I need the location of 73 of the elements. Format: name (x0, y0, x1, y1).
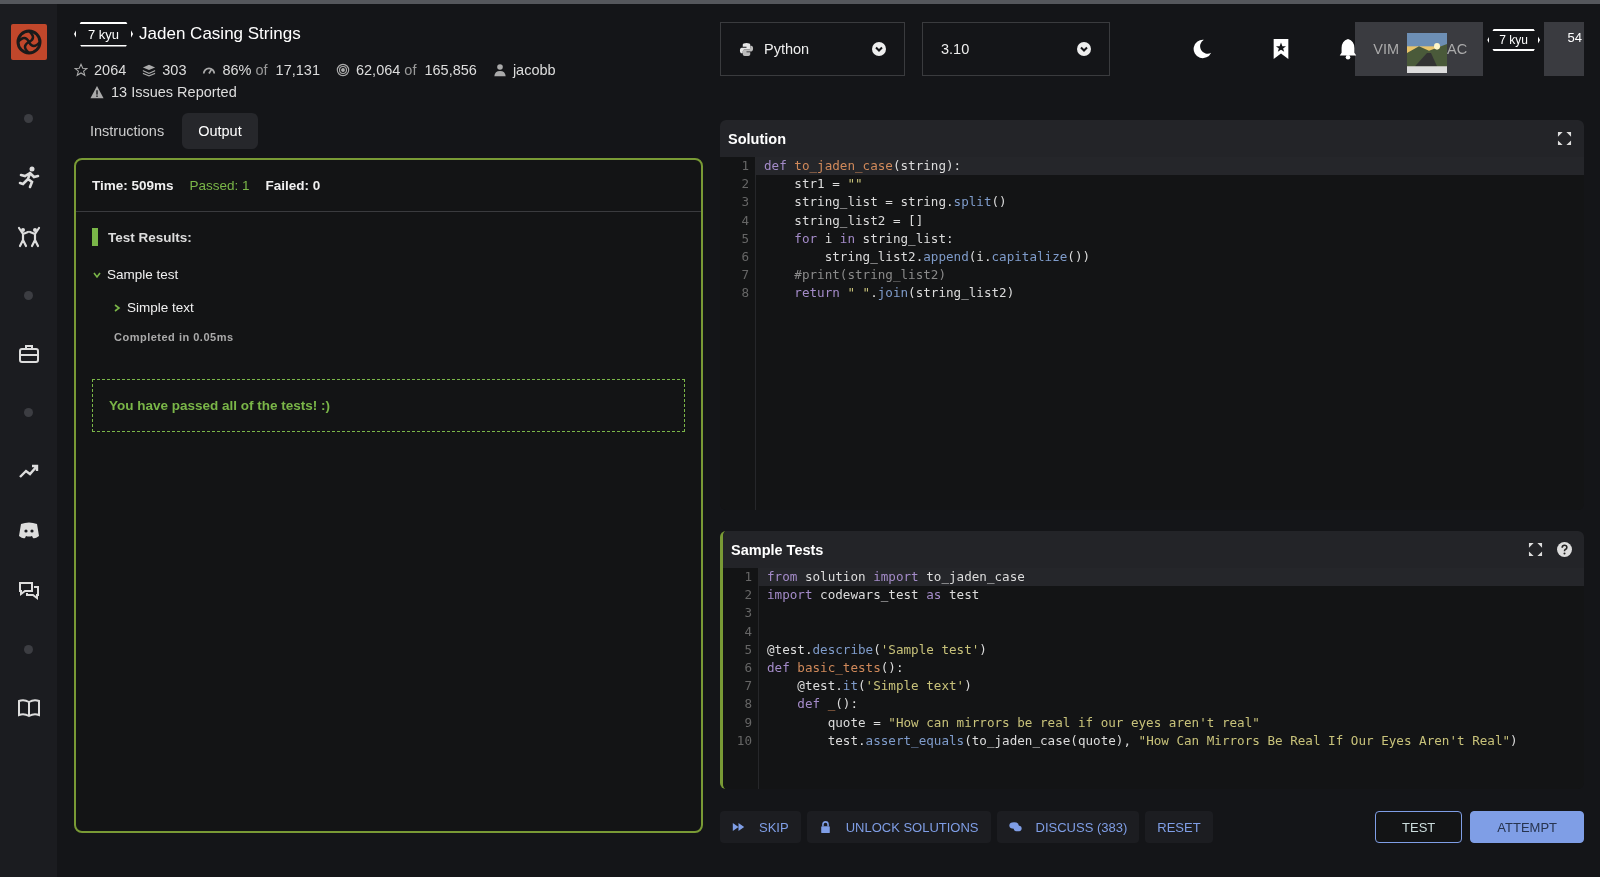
code-line: string_list = string.split() (793, 193, 1007, 212)
code-line: for i in string_list: (793, 229, 954, 248)
test-group[interactable]: Sample test (92, 267, 685, 282)
issues-link[interactable]: 13 Issues Reported (111, 84, 237, 100)
code-line: string_list2.append(i.capitalize()) (823, 247, 1091, 266)
fast-forward-icon (732, 821, 745, 833)
comments-icon (1008, 821, 1022, 833)
tab[interactable]: Output (182, 113, 258, 149)
star-icon (74, 63, 88, 77)
tab[interactable]: Instructions (74, 113, 181, 149)
layers-icon (142, 63, 157, 77)
result-summary: Passed: 1 (189, 178, 250, 193)
code-line: str1 = "" (793, 175, 863, 194)
separator-dot (24, 291, 33, 300)
discuss-button[interactable]: DISCUSS (383) (996, 811, 1140, 843)
running-figure-icon[interactable] (16, 165, 41, 189)
code-line: test.assert_equals(to_jaden_case(quote), "How Can Mirrors Be Real If Our Eyes Aren't Real") (826, 731, 1518, 750)
caret-icon (872, 42, 886, 56)
fullscreen-button[interactable]: 54 (1544, 22, 1584, 76)
lock-button[interactable]: UNLOCK SOLUTIONS (806, 811, 991, 843)
plain-button[interactable]: RESET (1145, 811, 1213, 843)
results-heading: Test Results: (108, 229, 192, 245)
code-line: @test.describe('Sample test') (766, 640, 987, 659)
chat-bubbles-icon[interactable] (16, 579, 41, 603)
stat-value: 62,064 of 165,856 (356, 62, 477, 78)
python-logo-icon (739, 41, 754, 57)
pass-message: You have passed all of the tests! :) (92, 379, 685, 432)
code-line: @test.it('Simple text') (796, 677, 972, 696)
test-case[interactable]: Simple text (112, 300, 685, 315)
attempt-button[interactable]: ATTEMPT (1470, 811, 1584, 843)
skip-button[interactable]: SKIP (720, 811, 801, 843)
moon-icon[interactable] (1191, 38, 1214, 60)
help-icon[interactable] (1557, 542, 1572, 557)
stat-value: jacobb (512, 62, 556, 78)
expand-icon[interactable] (1557, 131, 1572, 146)
code-line: def basic_tests(): (766, 658, 904, 677)
expand-icon[interactable] (1528, 542, 1543, 557)
logo-icon[interactable] (10, 24, 47, 60)
heading-bar (92, 228, 98, 246)
line-number: 1 (720, 157, 756, 176)
fighters-icon[interactable] (16, 225, 41, 249)
code-line: return " ".join(string_list2) (793, 284, 1015, 303)
completed-time: Completed in 0.05ms (114, 331, 235, 343)
lock-icon (818, 821, 832, 833)
line-number: 1 (723, 568, 759, 587)
panel-title: Sample Tests (731, 541, 825, 558)
panel-title: Solution (728, 130, 787, 147)
separator-dot (24, 408, 33, 417)
result-summary: Failed: 0 (265, 178, 321, 193)
briefcase-icon[interactable] (16, 342, 41, 366)
version-select[interactable]: 3.10 (922, 22, 1110, 76)
person-icon (492, 63, 507, 77)
count-label: 54 (1567, 30, 1582, 45)
test-button[interactable]: TEST (1375, 811, 1463, 843)
code-line: import codewars_test as test (766, 586, 980, 605)
stat-value: 2064 (94, 62, 127, 78)
separator-dot (24, 645, 33, 654)
caret-icon (1077, 42, 1091, 56)
code-line: def _(): (796, 695, 858, 714)
rank-badge: 7 kyu (74, 21, 134, 47)
separator-dot (24, 114, 33, 123)
rank-badge: 7 kyu (1487, 29, 1540, 51)
stat-value: 86% of 17,131 (222, 62, 320, 78)
kata-title: Jaden Casing Strings (139, 24, 301, 44)
stat-value: 303 (162, 62, 187, 78)
code-line: #print(string_list2) (793, 266, 946, 285)
code-line: quote = "How can mirrors be real if our eyes aren't real" (826, 713, 1260, 732)
language-select[interactable]: Python (720, 22, 905, 76)
code-line: string_list2 = [] (793, 211, 924, 230)
result-summary: Time: 509ms (92, 178, 174, 193)
target-icon (336, 63, 350, 77)
book-icon[interactable] (16, 696, 41, 720)
warning-icon (90, 85, 104, 99)
